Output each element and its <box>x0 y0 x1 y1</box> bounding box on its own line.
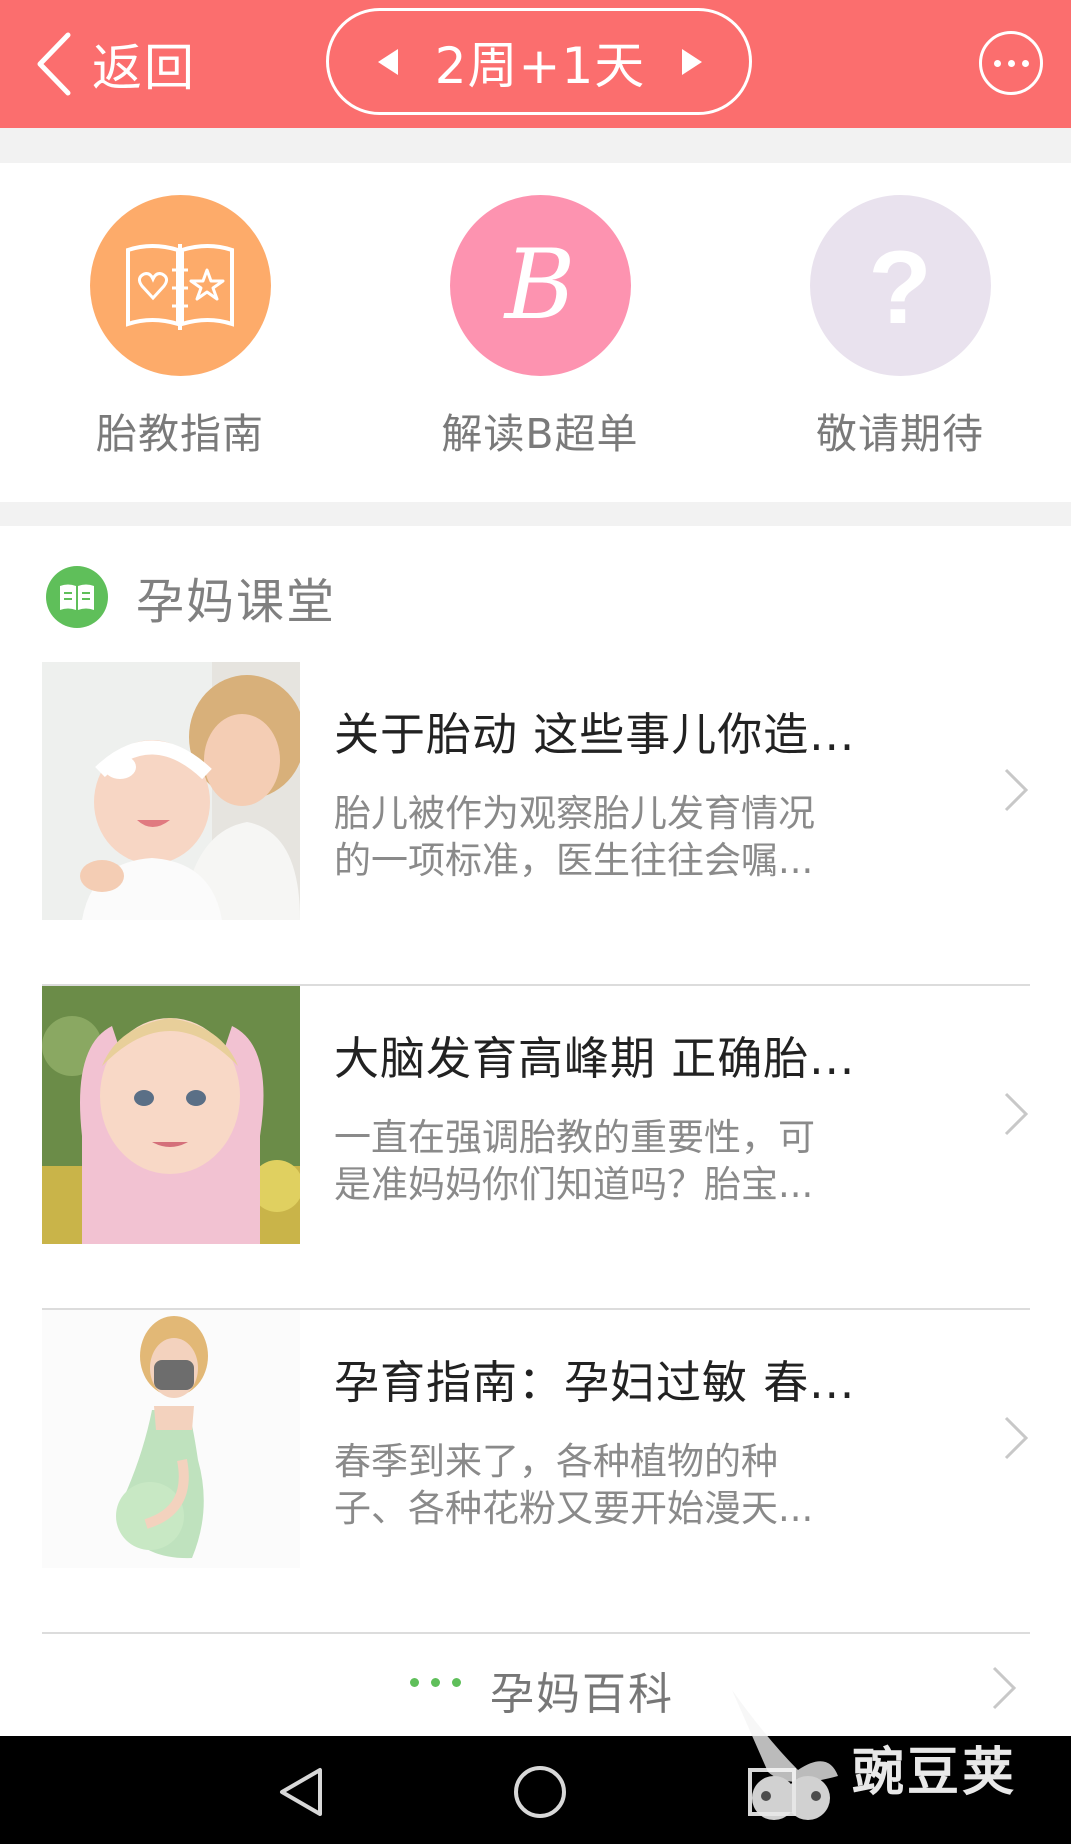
chevron-right-icon <box>1004 1416 1029 1460</box>
back-label: 返回 <box>92 39 196 97</box>
section-title: 孕妈课堂 <box>136 574 337 630</box>
tile-coming-soon[interactable]: ? 敬请期待 <box>780 195 1020 460</box>
svg-text:?: ? <box>868 231 932 341</box>
week-selector: 2周+1天 <box>326 8 752 115</box>
tile-label: 敬请期待 <box>816 410 984 458</box>
letter-b-icon: B <box>449 195 631 376</box>
summary-line: 胎儿被作为观察胎儿发育情况 <box>334 792 815 835</box>
section-header: 孕妈课堂 <box>46 562 336 632</box>
mother-and-baby-photo <box>42 662 300 920</box>
article-title: 孕育指南：孕妇过敏 春... <box>334 1356 856 1409</box>
book-icon <box>46 566 108 628</box>
book-heart-star-icon <box>89 195 271 376</box>
question-mark-icon: ? <box>809 195 991 376</box>
toddler-photo <box>42 986 300 1244</box>
tile-read-ultrasound[interactable]: B 解读B超单 <box>420 195 660 460</box>
next-week-button[interactable] <box>677 45 707 79</box>
article-summary: 一直在强调胎教的重要性，可 是准妈妈你们知道吗？胎宝... <box>334 1114 934 1208</box>
back-button[interactable]: 返回 <box>34 26 196 102</box>
article-summary: 胎儿被作为观察胎儿发育情况 的一项标准，医生往往会嘱... <box>334 790 934 884</box>
tile-label: 解读B超单 <box>441 410 639 458</box>
more-dot <box>993 59 1001 67</box>
chevron-right-icon <box>1004 1092 1029 1136</box>
week-value: 2周+1天 <box>434 36 646 95</box>
summary-line: 一直在强调胎教的重要性，可 <box>334 1116 815 1159</box>
summary-line: 春季到来了，各种植物的种 <box>334 1440 778 1483</box>
top-bar: 返回 2周+1天 <box>0 0 1071 128</box>
summary-line: 是准妈妈你们知道吗？胎宝... <box>334 1163 814 1206</box>
article-item[interactable]: 关于胎动 这些事儿你造... 胎儿被作为观察胎儿发育情况 的一项标准，医生往往会… <box>42 662 1030 986</box>
watermark-text: 豌豆荚 <box>852 1743 1018 1803</box>
summary-line: 的一项标准，医生往往会嘱... <box>334 839 814 882</box>
pregnancy-class-section: 孕妈课堂 关于胎动 这些事儿你造... 胎儿被作为观察胎儿发育情况 的一项标准，… <box>0 526 1071 1736</box>
pregnant-woman-mask-photo <box>42 1310 300 1568</box>
article-item[interactable]: 大脑发育高峰期 正确胎... 一直在强调胎教的重要性，可 是准妈妈你们知道吗？胎… <box>42 986 1030 1310</box>
article-title: 大脑发育高峰期 正确胎... <box>334 1032 856 1085</box>
prev-week-button[interactable] <box>373 45 403 79</box>
more-dot <box>1021 59 1029 67</box>
tile-label: 胎教指南 <box>96 410 264 458</box>
triangle-left-icon <box>378 48 398 75</box>
summary-line: 子、各种花粉又要开始漫天... <box>334 1487 814 1530</box>
quick-tools-panel: 胎教指南 B 解读B超单 ? 敬请期待 <box>0 163 1071 502</box>
more-menu-button[interactable] <box>979 31 1043 95</box>
svg-text:B: B <box>503 236 576 336</box>
triangle-right-icon <box>682 48 702 75</box>
nav-home-icon[interactable] <box>508 1760 572 1824</box>
article-item[interactable]: 孕育指南：孕妇过敏 春... 春季到来了，各种植物的种 子、各种花粉又要开始漫天… <box>42 1310 1030 1634</box>
article-title: 关于胎动 这些事儿你造... <box>334 708 856 761</box>
article-summary: 春季到来了，各种植物的种 子、各种花粉又要开始漫天... <box>334 1438 934 1532</box>
chevron-left-icon <box>37 32 71 96</box>
chevron-right-icon <box>1004 768 1029 812</box>
more-label: 孕妈百科 <box>490 1669 674 1720</box>
tile-prenatal-education-guide[interactable]: 胎教指南 <box>60 195 300 460</box>
dots-icon <box>410 1678 461 1687</box>
nav-back-icon[interactable] <box>270 1760 334 1824</box>
more-dot <box>1007 59 1015 67</box>
